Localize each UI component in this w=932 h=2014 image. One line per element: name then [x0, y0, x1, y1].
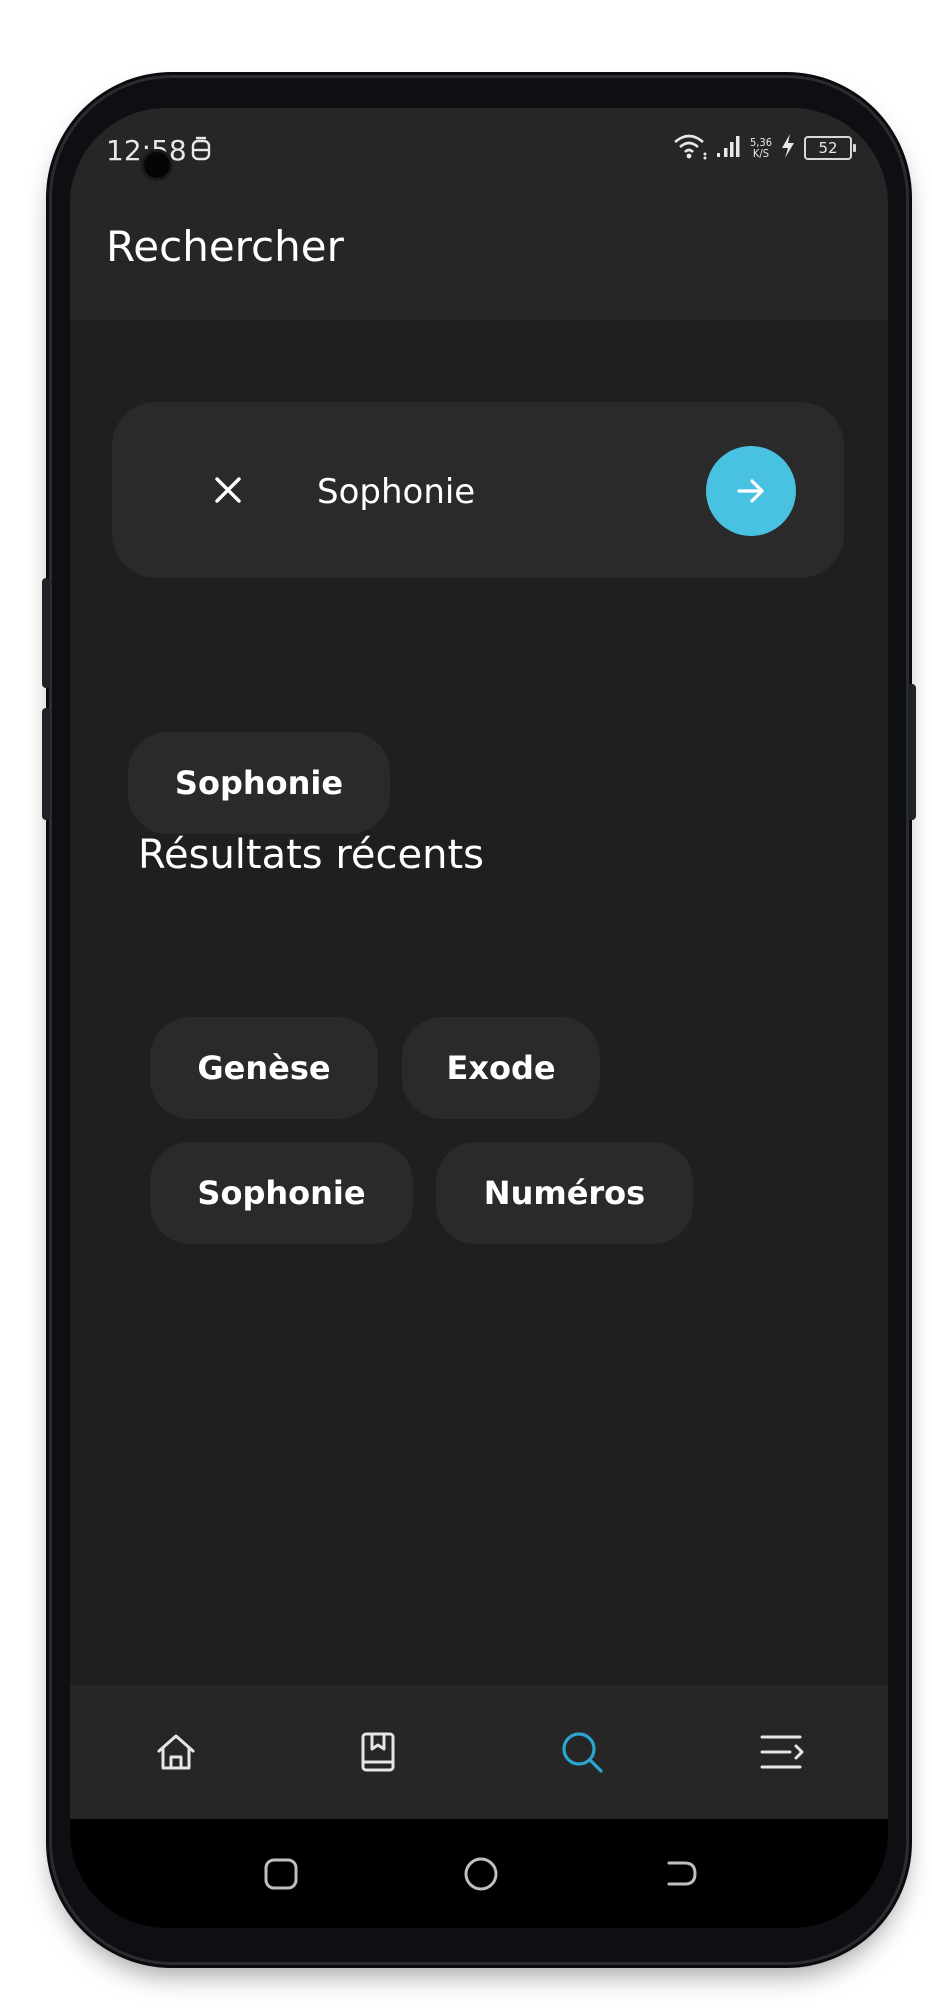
- nav-menu[interactable]: [748, 1718, 816, 1786]
- recent-chip-sophonie[interactable]: Sophonie: [150, 1142, 413, 1244]
- bookmark-book-icon: [361, 1732, 395, 1772]
- close-icon: [215, 477, 241, 503]
- home-icon: [157, 1734, 195, 1770]
- charging-icon: [780, 133, 796, 163]
- page-title: Rechercher: [106, 222, 344, 271]
- square-icon: [264, 1858, 298, 1890]
- volume-down-button: [42, 708, 50, 820]
- system-navigation-bar: [70, 1819, 888, 1928]
- network-speed-unit: K/S: [752, 147, 770, 160]
- power-button: [908, 684, 916, 820]
- back-system-button[interactable]: [654, 1847, 708, 1901]
- search-bar: [112, 402, 844, 578]
- recent-chip-genese[interactable]: Genèse: [150, 1017, 378, 1119]
- recent-results-title: Résultats récents: [138, 832, 484, 878]
- volume-up-button: [42, 578, 50, 688]
- nav-search[interactable]: [548, 1718, 616, 1786]
- back-icon: [667, 1861, 697, 1886]
- search-content: Sophonie Résultats récents Genèse Exode …: [70, 320, 888, 1685]
- search-input[interactable]: [317, 472, 677, 512]
- arrow-right-icon: [737, 479, 764, 503]
- home-system-button[interactable]: [454, 1847, 508, 1901]
- signal-icon: [716, 133, 742, 163]
- nav-home[interactable]: [142, 1718, 210, 1786]
- alarm-icon: [190, 136, 212, 166]
- circle-icon: [464, 1857, 498, 1891]
- suggestion-chip[interactable]: Sophonie: [128, 732, 390, 834]
- menu-icon: [760, 1735, 804, 1769]
- recent-apps-button[interactable]: [254, 1847, 308, 1901]
- recent-chip-exode[interactable]: Exode: [402, 1017, 600, 1119]
- clear-search-button[interactable]: [200, 462, 256, 518]
- battery-level: 52: [804, 136, 856, 160]
- screen: 12:58 5,36 K/S 52 Rechercher Sophonie So…: [70, 108, 888, 1928]
- status-right: 5,36 K/S 52: [672, 132, 856, 164]
- bottom-navigation: [70, 1685, 888, 1819]
- wifi-icon: [672, 132, 708, 164]
- front-camera: [144, 152, 170, 178]
- recent-chip-numeros[interactable]: Numéros: [436, 1142, 693, 1244]
- app-bar: Rechercher: [70, 198, 888, 320]
- phone-frame: 12:58 5,36 K/S 52 Rechercher Sophonie So…: [42, 78, 916, 1962]
- network-speed: 5,36 K/S: [750, 137, 772, 159]
- submit-search-button[interactable]: [706, 446, 796, 536]
- search-icon: [562, 1732, 603, 1773]
- status-bar: 12:58 5,36 K/S 52: [70, 108, 888, 198]
- nav-bookmarks[interactable]: [344, 1718, 412, 1786]
